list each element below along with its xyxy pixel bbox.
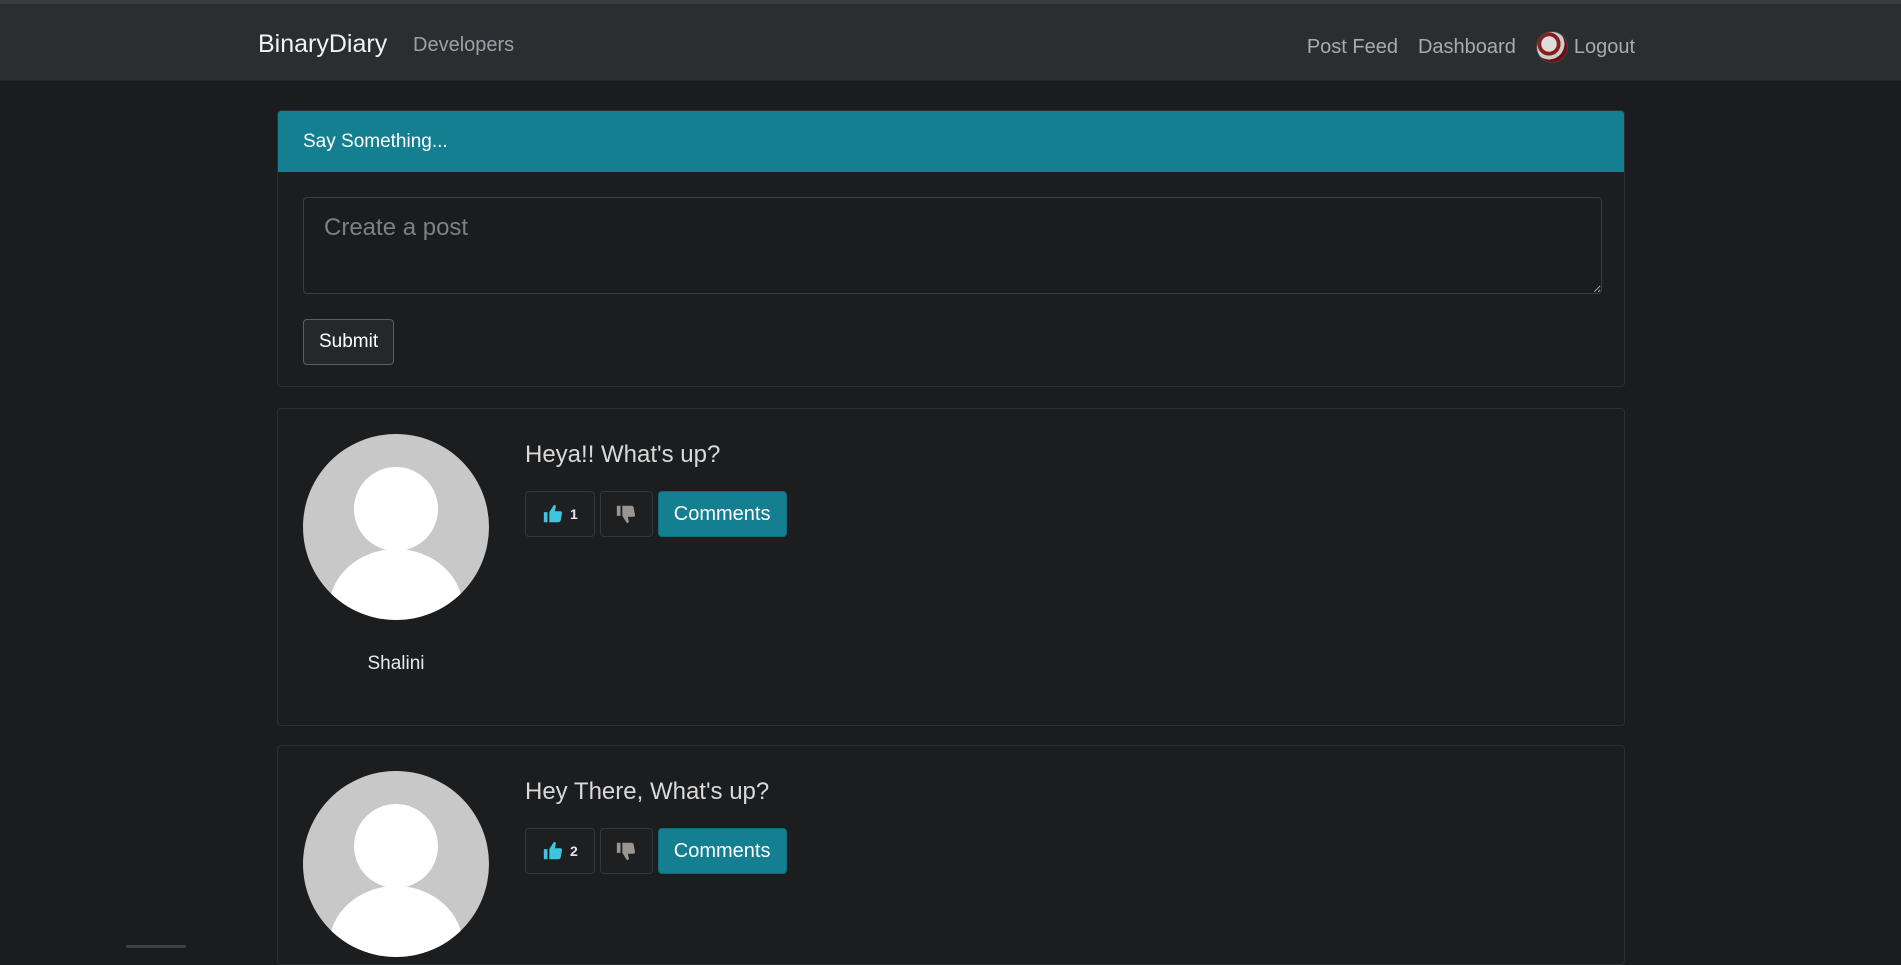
avatar-body-shape	[329, 549, 463, 620]
post-text: Hey There, What's up?	[525, 778, 770, 805]
thumbs-up-icon	[543, 504, 563, 523]
avatar-body-shape	[329, 886, 463, 957]
dislike-button[interactable]	[599, 828, 653, 874]
author-name: Shalini	[367, 653, 425, 674]
nav-right: Post Feed Dashboard Logout	[1307, 31, 1635, 63]
comments-button[interactable]: Comments	[657, 491, 787, 537]
like-count: 1	[570, 506, 578, 522]
dislike-button[interactable]	[599, 491, 653, 537]
nav-logout[interactable]: Logout	[1535, 31, 1635, 63]
logout-label: Logout	[1573, 35, 1635, 58]
avatar-head-shape	[354, 804, 438, 888]
post-card: Shalini Heya!! What's up? 1 Comments	[277, 408, 1625, 726]
post-card: Hey There, What's up? 2 Comments	[277, 745, 1625, 965]
thumbs-down-icon	[617, 842, 636, 861]
nav-post-feed[interactable]: Post Feed	[1307, 36, 1398, 59]
composer-body: Submit	[278, 172, 1624, 390]
nav-developers[interactable]: Developers	[413, 34, 514, 57]
composer-header: Say Something...	[278, 111, 1624, 172]
avatar-head-shape	[354, 467, 438, 551]
user-avatar	[1535, 31, 1568, 63]
author-avatar[interactable]	[303, 771, 489, 957]
post-text: Heya!! What's up?	[525, 441, 721, 468]
post-composer: Say Something... Submit	[277, 110, 1625, 387]
navbar: BinaryDiary Developers Post Feed Dashboa…	[0, 4, 1901, 81]
author-avatar[interactable]	[303, 434, 489, 620]
submit-button[interactable]: Submit	[303, 319, 395, 365]
create-post-input[interactable]	[303, 197, 1602, 294]
like-count: 2	[570, 843, 578, 859]
brand-logo[interactable]: BinaryDiary	[258, 30, 387, 59]
post-actions: 1 Comments	[525, 491, 787, 537]
like-button[interactable]: 2	[525, 828, 595, 874]
thumbs-up-icon	[543, 841, 563, 860]
comments-button[interactable]: Comments	[657, 828, 787, 874]
like-button[interactable]: 1	[525, 491, 595, 537]
nav-dashboard[interactable]: Dashboard	[1418, 36, 1516, 59]
thumbs-down-icon	[617, 505, 636, 524]
post-actions: 2 Comments	[525, 828, 787, 874]
